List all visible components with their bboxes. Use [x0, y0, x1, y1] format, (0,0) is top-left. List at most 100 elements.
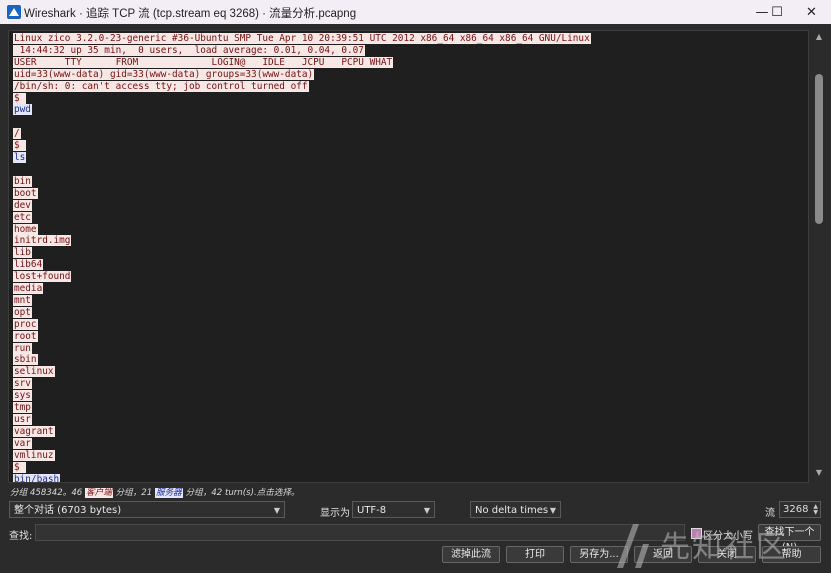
title-bar: Wireshark · 追踪 TCP 流 (tcp.stream eq 3268… [0, 0, 831, 24]
server-stream-line: 14:44:32 up 35 min, 0 users, load averag… [13, 44, 804, 57]
server-stream-line: bin [13, 175, 804, 188]
stats-mid: 分组，21 [112, 488, 155, 498]
server-stream-line: dev [13, 199, 804, 212]
server-stream-line: lib64 [13, 259, 804, 271]
close-icon: ✕ [806, 4, 817, 20]
stream-stats: 分组 458342。46 客户端 分组，21 服务器 分组，42 turn(s)… [10, 486, 300, 498]
stream-line-text: lost+found [13, 271, 72, 283]
stream-line-text: bin/bash [13, 473, 61, 483]
stream-number-value: 3268 [783, 504, 809, 515]
server-stream-line: media [13, 283, 804, 295]
stream-line-text: opt [13, 306, 32, 318]
stream-line-text: sbin [13, 354, 38, 366]
stream-line-text: $ [13, 92, 27, 104]
server-stream-line: run [13, 342, 804, 355]
server-stream-line: lib [13, 247, 804, 259]
stats-prefix: 分组 458342。46 [10, 488, 85, 498]
decrement-icon[interactable]: ▼ [813, 510, 818, 516]
server-badge: 服务器 [154, 488, 183, 498]
server-stream-line: usr [13, 414, 804, 426]
chevron-down-icon: ▼ [273, 506, 280, 515]
server-stream-line: opt [13, 306, 804, 319]
server-stream-line: etc [13, 211, 804, 224]
delta-times-select[interactable]: No delta times ▼ [470, 501, 561, 518]
save-as-button[interactable]: 另存为... [570, 546, 628, 563]
scrollbar-thumb[interactable] [815, 74, 823, 224]
server-stream-line: sys [13, 390, 804, 402]
conversation-select[interactable]: 整个对话 (6703 bytes) ▼ [9, 501, 285, 518]
case-sensitive-checkbox[interactable] [691, 528, 702, 539]
stream-line-text: proc [13, 318, 38, 330]
server-stream-line: $ [13, 140, 804, 152]
vertical-scrollbar[interactable]: ▲ ▼ [809, 30, 829, 481]
stream-line-text: selinux [13, 366, 55, 378]
stream-content-pane[interactable]: Linux zico 3.2.0-23-generic #36-Ubuntu S… [8, 30, 809, 483]
server-stream-line: uid=33(www-data) gid=33(www-data) groups… [13, 68, 804, 81]
server-stream-line: Linux zico 3.2.0-23-generic #36-Ubuntu S… [13, 33, 804, 45]
stream-line-text: sys [13, 390, 32, 402]
server-stream-line: root [13, 330, 804, 343]
stream-text[interactable]: Linux zico 3.2.0-23-generic #36-Ubuntu S… [9, 31, 808, 483]
stream-line-text: var [13, 437, 32, 449]
stream-line-text: /bin/sh: 0: can't access tty; job contro… [13, 80, 309, 92]
stream-line-text: / [13, 128, 21, 140]
chevron-down-icon: ▼ [423, 506, 430, 515]
case-sensitive-label: 区分大小写 [703, 531, 753, 542]
stream-line-text: tmp [13, 402, 32, 414]
server-stream-line: lost+found [13, 271, 804, 283]
scroll-down-icon[interactable]: ▼ [813, 468, 825, 478]
stream-line-text: dev [13, 199, 32, 211]
client-badge: 客户端 [85, 488, 113, 498]
stream-line-text: ls [13, 152, 27, 164]
stream-line-text: home [13, 223, 38, 235]
stream-number-stepper[interactable]: 3268 ▲ ▼ [779, 501, 821, 518]
window-title: Wireshark · 追踪 TCP 流 (tcp.stream eq 3268… [24, 8, 357, 20]
client-stream-line: ls [13, 152, 804, 164]
client-stream-line: bin/bash [13, 473, 804, 483]
find-next-button[interactable]: 查找下一个(N) [758, 524, 821, 553]
print-button[interactable]: 打印 [506, 546, 564, 563]
stream-line-text [13, 164, 21, 175]
stream-line-text: bin [13, 175, 32, 187]
stream-label: 流 [765, 508, 775, 519]
stream-line-text: vagrant [13, 425, 55, 437]
find-label: 查找: [9, 531, 33, 542]
help-button[interactable]: 帮助 [762, 546, 821, 563]
maximize-icon: ☐ [771, 4, 783, 20]
filter-out-stream-button[interactable]: 滤掉此流 [442, 546, 500, 563]
close-window-button[interactable]: ✕ [792, 0, 831, 24]
server-stream-line: boot [13, 187, 804, 200]
server-stream-line: vagrant [13, 425, 804, 438]
stream-line-text: etc [13, 211, 32, 223]
stream-line-text: $ [13, 140, 27, 152]
encoding-select[interactable]: UTF-8 ▼ [352, 501, 435, 518]
server-stream-line: $ [13, 92, 804, 105]
stream-line-text: $ [13, 461, 27, 473]
stream-line-text: vmlinuz [13, 449, 55, 461]
close-button[interactable]: 关闭 [698, 546, 756, 563]
stream-line-text: lib [13, 247, 32, 259]
stream-line-text: root [13, 330, 38, 342]
stream-line-text: USER TTY FROM LOGIN@ IDLE JCPU PCPU WHAT [13, 56, 394, 68]
scroll-up-icon[interactable]: ▲ [813, 32, 825, 42]
server-stream-line: $ [13, 461, 804, 474]
server-stream-line [13, 164, 804, 176]
server-stream-line: mnt [13, 294, 804, 307]
back-button[interactable]: 返回 [634, 546, 692, 563]
server-stream-line: initrd.img [13, 235, 804, 247]
stream-line-text: usr [13, 414, 32, 425]
stream-line-text: 14:44:32 up 35 min, 0 users, load averag… [13, 44, 365, 56]
server-stream-line: selinux [13, 366, 804, 378]
stream-line-text: mnt [13, 294, 32, 306]
stream-line-text: media [13, 283, 44, 295]
server-stream-line: home [13, 223, 804, 236]
stream-line-text: initrd.img [13, 235, 72, 247]
stream-line-text: lib64 [13, 259, 44, 271]
find-input[interactable] [35, 524, 685, 541]
server-stream-line: / [13, 128, 804, 140]
maximize-button[interactable]: ☐ [762, 0, 792, 24]
chevron-down-icon: ▼ [549, 506, 556, 515]
delta-value: No delta times [475, 505, 549, 516]
server-stream-line: proc [13, 318, 804, 331]
server-stream-line: vmlinuz [13, 449, 804, 462]
